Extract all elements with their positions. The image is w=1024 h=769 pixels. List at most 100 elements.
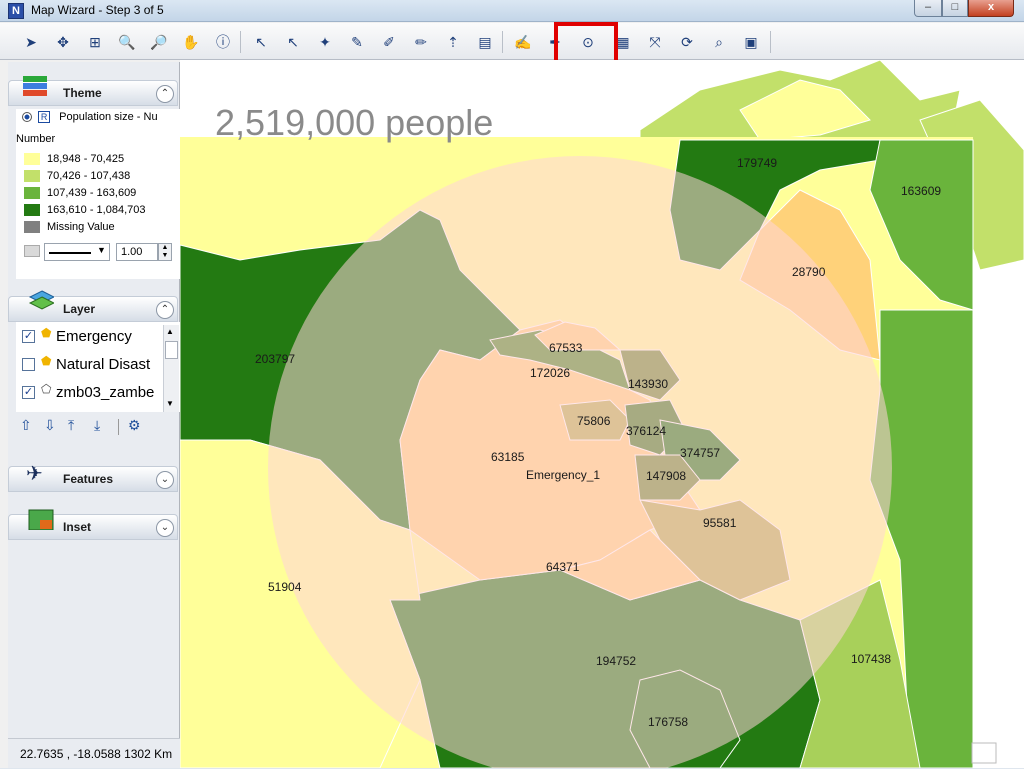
legend-label: 70,426 - 107,438 [47,170,131,182]
map-svg[interactable]: 179749 163609 28790 203797 67533 172026 143930… [180,60,1024,768]
label-tool-icon[interactable]: ✍ [512,31,534,53]
edit-vertex-icon[interactable]: ✐ [378,31,400,53]
move-top-icon[interactable]: ⤒ [68,417,74,434]
region-label: 376124 [626,424,666,438]
layer-list: ✓ ⬟ Emergency ⬟ Natural Disast ✓ ⬠ zmb03… [16,322,180,412]
theme-header-label: Theme [63,86,102,100]
theme-icon [23,76,47,96]
chevron-up-icon[interactable]: ⌃ [156,301,174,319]
scroll-up-icon[interactable]: ▲ [166,327,174,336]
map-corner-box [971,742,997,764]
polygon-marker-icon: ⬠ [41,382,52,396]
status-coordinates: 22.7635 , -18.0588 1302 Km [8,738,180,768]
point-marker-icon: ⬟ [41,354,52,368]
layer-header-label: Layer [63,302,96,316]
region-label: 64371 [546,560,580,574]
north-arrow-icon[interactable]: ⇡ [442,31,464,53]
legend-label: Missing Value [47,221,115,233]
close-button[interactable]: x [968,0,1014,17]
region-label: 28790 [792,265,826,279]
window-title: Map Wizard - Step 3 of 5 [31,3,164,17]
region-label: 107438 [851,652,891,666]
toolbar-separator [502,31,503,53]
layer-name: zmb03_zambe [56,384,155,401]
layer-properties-icon[interactable]: ⚙ [128,417,141,434]
line-style-dropdown[interactable]: ▼ [44,243,110,261]
select-minus-icon[interactable]: ↖ [282,31,304,53]
move-bottom-icon[interactable]: ⤓ [94,417,100,434]
legend-swatch[interactable] [24,170,40,182]
buffer-population-total: 2,519,000 people [215,102,494,143]
layer-checkbox[interactable] [22,358,35,371]
layout-icon[interactable]: ▣ [740,31,762,53]
map-wizard-window: N Map Wizard - Step 3 of 5 – □ x ➤ ✥ ⊞ 🔍… [0,0,1024,768]
region-label: 172026 [530,366,570,380]
edit-pencil-icon[interactable]: ✎ [346,31,368,53]
legend-swatch[interactable] [24,187,40,199]
chevron-down-icon: ▼ [97,245,106,255]
region-label: 176758 [648,715,688,729]
features-header-label: Features [63,472,114,486]
region-label: 179749 [737,156,777,170]
legend-label: 163,610 - 1,084,703 [47,204,146,216]
line-width-input[interactable]: 1.00 [116,243,158,261]
toolbar: ➤ ✥ ⊞ 🔍 🔎 ✋ ⓘ ↖ ↖ ✦ ✎ ✐ ✏ ⇡ ▤ ✍ ✒ ⊙ ▦ ⤧ … [0,23,1024,60]
legend-swatch[interactable] [24,221,40,233]
search-icon[interactable]: ⌕ [708,31,730,53]
zoom-in-icon[interactable]: 🔍 [116,31,138,53]
region-label: 163609 [901,184,941,198]
move-down-icon[interactable]: ⇩ [44,417,56,434]
refresh-icon[interactable]: ⟳ [676,31,698,53]
select-point-icon[interactable]: ✦ [314,31,336,53]
inset-header-label: Inset [63,520,92,534]
legend-swatch[interactable] [24,204,40,216]
select-plus-icon[interactable]: ↖ [250,31,272,53]
theme-field-name: Population size - Nu [59,111,158,123]
field-type-icon: R [38,111,51,124]
minimize-button[interactable]: – [914,0,942,17]
maximize-button[interactable]: □ [942,0,968,17]
inset-icon [28,509,54,530]
region-label: 95581 [703,516,737,530]
edit-line-icon[interactable]: ✏ [410,31,432,53]
pan-center-icon[interactable]: ✥ [52,31,74,53]
separator [118,419,119,435]
radio-selected-icon[interactable] [22,112,32,123]
region-label: 374757 [680,446,720,460]
theme-panel: R Population size - Nu Number 18,948 - 7… [16,109,180,279]
buffer-circle[interactable] [268,156,892,768]
chevron-down-icon[interactable]: ⌄ [156,519,174,537]
legend-title: Number [16,133,56,145]
features-icon: ✈ [26,463,43,485]
scroll-down-icon[interactable]: ▼ [166,399,174,408]
emergency-point-label: Emergency_1 [526,468,600,482]
legend-box-icon[interactable]: ▤ [474,31,496,53]
zoom-extent-icon[interactable]: ⊞ [84,31,106,53]
region-label: 194752 [596,654,636,668]
region-label: 51904 [268,580,302,594]
layer-checkbox[interactable]: ✓ [22,330,35,343]
layer-scrollbar[interactable]: ▲ ▼ [163,325,179,412]
select-arrow-icon[interactable]: ➤ [20,31,42,53]
legend-label: 18,948 - 70,425 [47,153,125,165]
theme-field-row[interactable]: R Population size - Nu [22,111,158,124]
layers-icon [28,290,54,310]
zoom-out-icon[interactable]: 🔎 [148,31,170,53]
line-style-preview [49,252,91,254]
route-icon[interactable]: ⤧ [644,31,666,53]
info-icon[interactable]: ⓘ [212,31,234,53]
point-marker-icon: ⬟ [41,326,52,340]
move-up-icon[interactable]: ⇧ [20,417,32,434]
hand-pan-icon[interactable]: ✋ [180,31,202,53]
chevron-up-icon[interactable]: ⌃ [156,85,174,103]
region-label: 67533 [549,341,583,355]
line-color-swatch[interactable] [24,245,40,257]
region-label: 143930 [628,377,668,391]
toolbar-separator [240,31,241,53]
chevron-down-icon[interactable]: ⌄ [156,471,174,489]
layer-checkbox[interactable]: ✓ [22,386,35,399]
line-width-stepper[interactable]: ▲ ▼ [158,243,172,261]
legend-swatch[interactable] [24,153,40,165]
layer-name: Natural Disast [56,356,151,373]
scroll-thumb[interactable] [165,341,178,359]
